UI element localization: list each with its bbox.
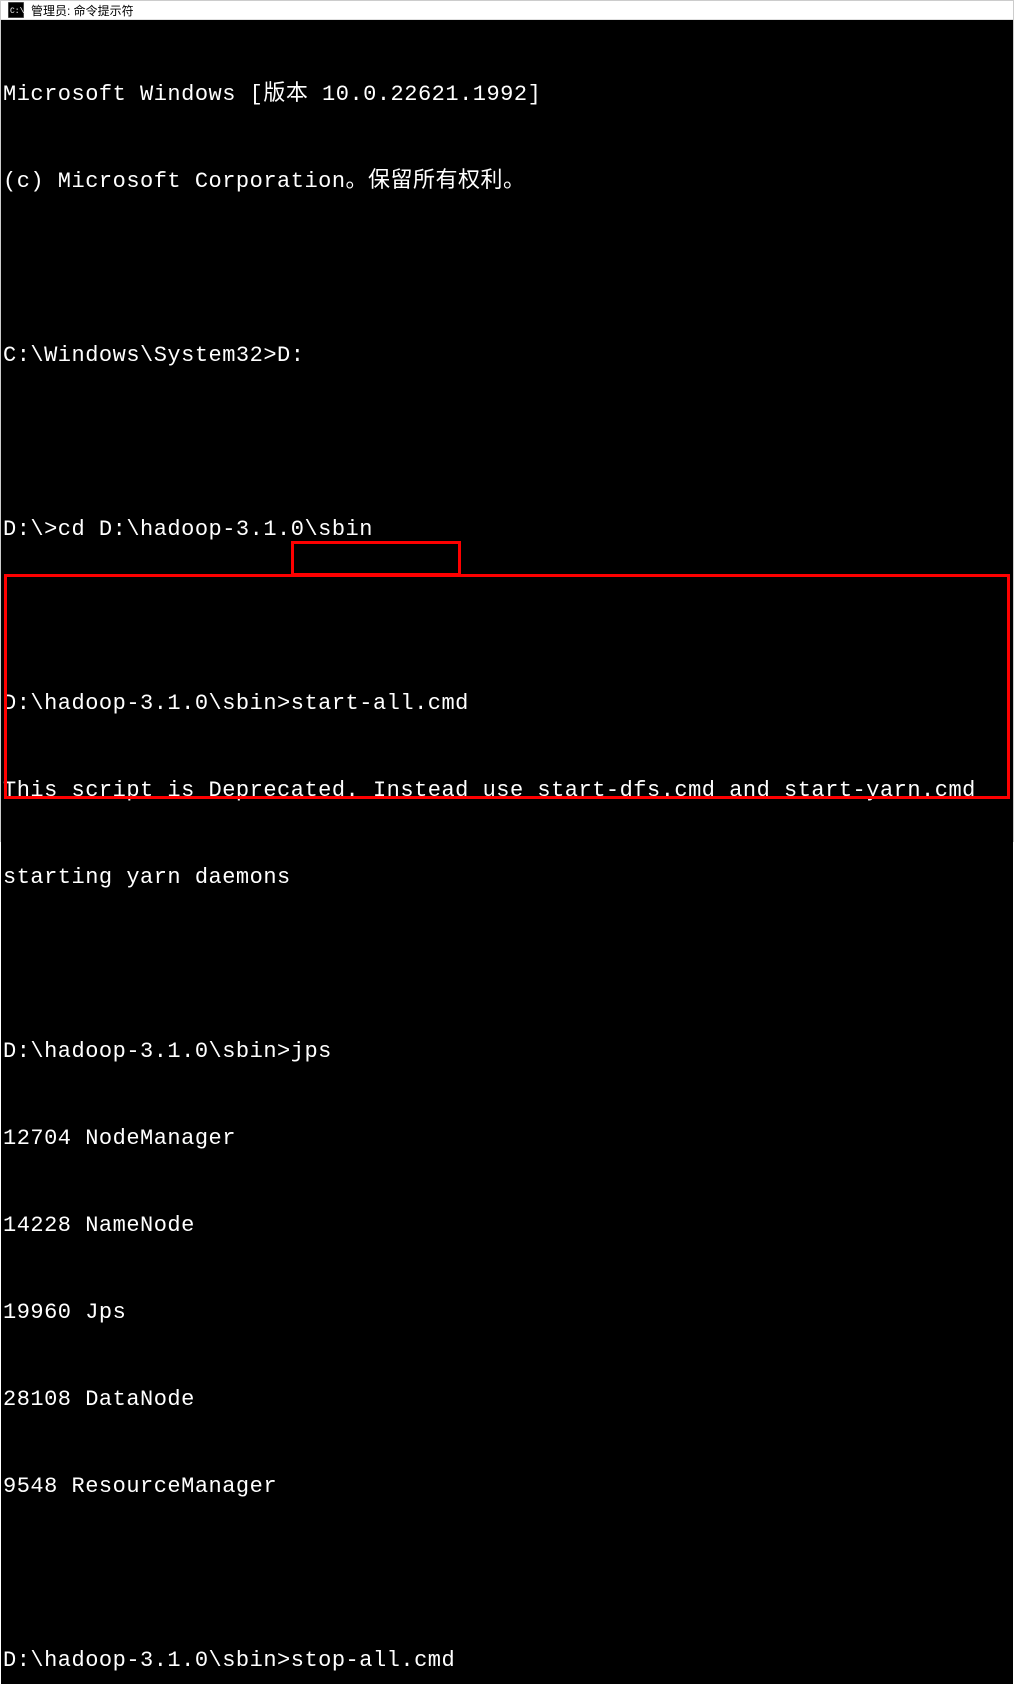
terminal-line: starting yarn daemons bbox=[3, 863, 1011, 892]
terminal-line: D:\>cd D:\hadoop-3.1.0\sbin bbox=[3, 515, 1011, 544]
cmd-icon: C:\ bbox=[7, 1, 25, 19]
terminal-line: D:\hadoop-3.1.0\sbin>start-all.cmd bbox=[3, 689, 1011, 718]
terminal-line: This script is Deprecated. Instead use s… bbox=[3, 776, 1011, 805]
terminal-line bbox=[3, 602, 1011, 631]
terminal-line: (c) Microsoft Corporation。保留所有权利。 bbox=[3, 167, 1011, 196]
terminal-line: 28108 DataNode bbox=[3, 1385, 1011, 1414]
svg-text:C:\: C:\ bbox=[10, 7, 24, 16]
terminal-output[interactable]: Microsoft Windows [版本 10.0.22621.1992] (… bbox=[1, 20, 1013, 1684]
terminal-line bbox=[3, 1559, 1011, 1588]
terminal-line: 12704 NodeManager bbox=[3, 1124, 1011, 1153]
terminal-line: C:\Windows\System32>D: bbox=[3, 341, 1011, 370]
titlebar[interactable]: C:\ 管理员: 命令提示符 bbox=[1, 1, 1013, 20]
terminal-line: 9548 ResourceManager bbox=[3, 1472, 1011, 1501]
window-title: 管理员: 命令提示符 bbox=[31, 2, 134, 19]
cmd-window: C:\ 管理员: 命令提示符 Microsoft Windows [版本 10.… bbox=[0, 0, 1014, 842]
terminal-line: D:\hadoop-3.1.0\sbin>stop-all.cmd bbox=[3, 1646, 1011, 1675]
terminal-line: Microsoft Windows [版本 10.0.22621.1992] bbox=[3, 80, 1011, 109]
terminal-line: D:\hadoop-3.1.0\sbin>jps bbox=[3, 1037, 1011, 1066]
terminal-line bbox=[3, 254, 1011, 283]
terminal-line bbox=[3, 950, 1011, 979]
terminal-line bbox=[3, 428, 1011, 457]
highlight-annotation-command bbox=[291, 541, 461, 576]
terminal-line: 19960 Jps bbox=[3, 1298, 1011, 1327]
terminal-line: 14228 NameNode bbox=[3, 1211, 1011, 1240]
